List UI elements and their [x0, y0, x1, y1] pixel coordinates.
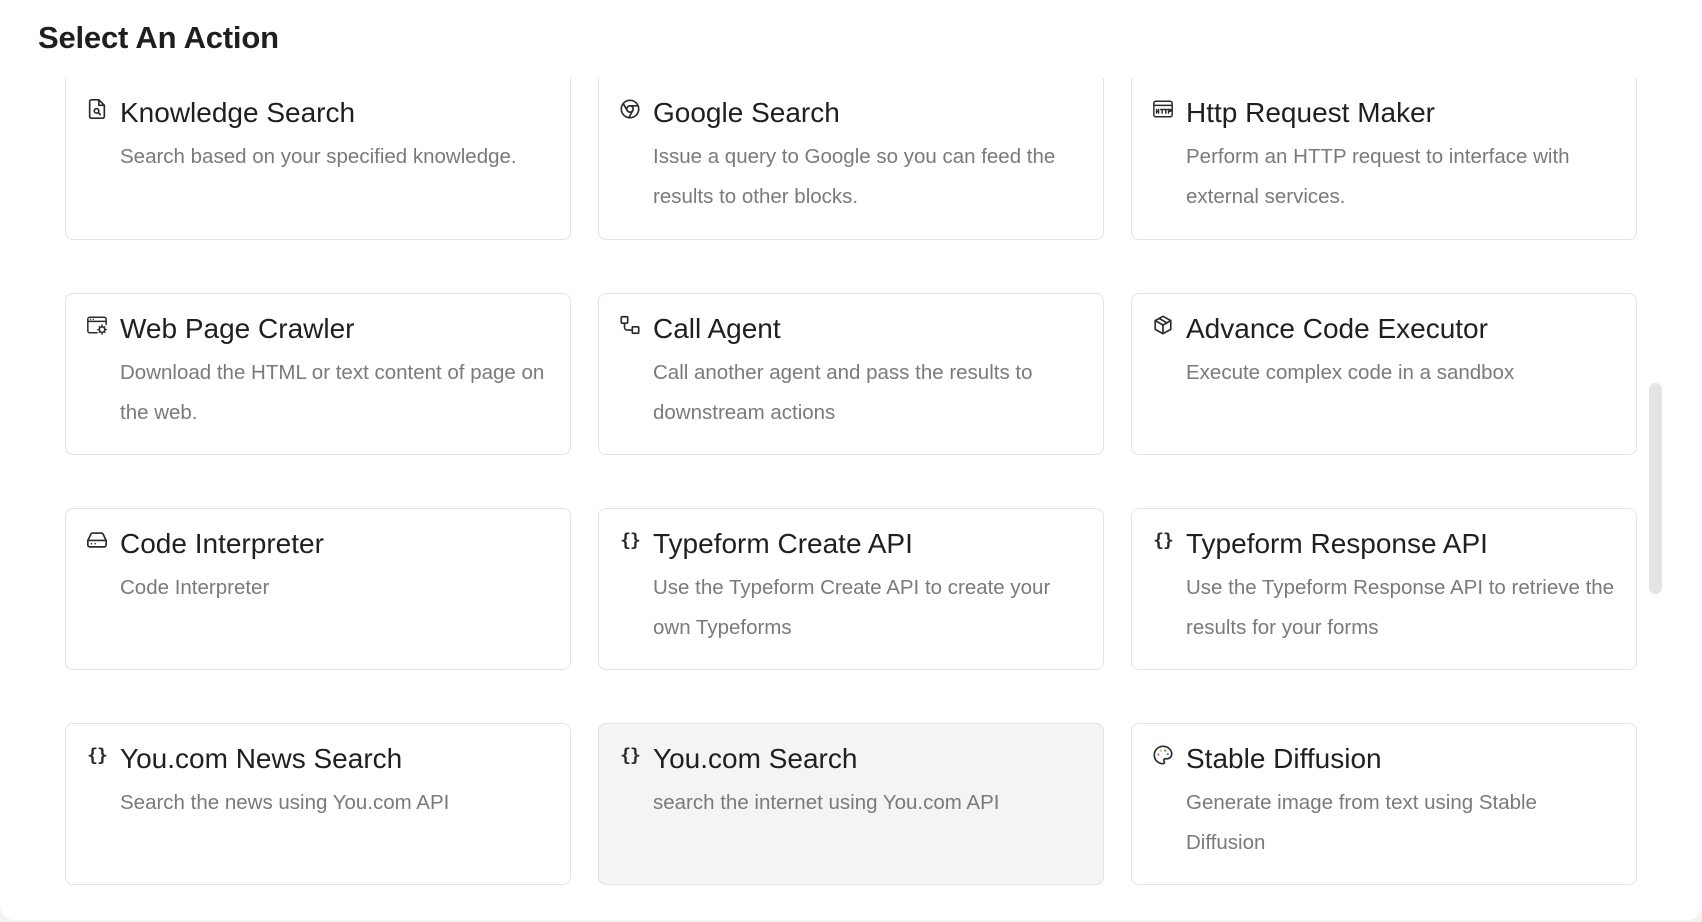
action-card-description: Code Interpreter	[120, 576, 270, 599]
action-card-code-interpreter[interactable]: Code Interpreter Code Interpreter	[65, 508, 571, 670]
action-card-youcom-news-search[interactable]: {} You.com News Search Search the news u…	[65, 723, 571, 885]
flow-icon	[619, 314, 641, 336]
action-card-title: Web Page Crawler	[120, 313, 355, 344]
web-crawler-icon	[86, 314, 108, 336]
braces-icon: {}	[620, 744, 641, 766]
action-card-web-page-crawler[interactable]: Web Page Crawler Download the HTML or te…	[65, 293, 571, 455]
scrollbar-thumb[interactable]	[1649, 383, 1662, 594]
cube-icon	[1152, 314, 1174, 336]
hard-drive-icon	[86, 529, 108, 551]
action-card-knowledge-search[interactable]: Knowledge Search Search based on your sp…	[65, 78, 571, 240]
action-card-advance-code-executor[interactable]: Advance Code Executor Execute complex co…	[1131, 293, 1637, 455]
action-card-description: Perform an HTTP request to interface wit…	[1186, 145, 1570, 208]
action-card-title: Knowledge Search	[120, 97, 356, 128]
action-card-description: Issue a query to Google so you can feed …	[653, 145, 1056, 208]
action-card-title: You.com Search	[653, 743, 858, 774]
action-card-description: Download the HTML or text content of pag…	[120, 361, 545, 424]
action-card-title: Typeform Response API	[1186, 528, 1488, 559]
action-card-title: Code Interpreter	[120, 528, 324, 559]
action-card-http-request-maker[interactable]: Http Request Maker Perform an HTTP reque…	[1131, 78, 1637, 240]
action-card-title: Google Search	[653, 97, 840, 128]
action-card-description: Execute complex code in a sandbox	[1186, 361, 1515, 384]
action-grid: Knowledge Search Search based on your sp…	[65, 78, 1637, 885]
action-card-title: You.com News Search	[120, 743, 403, 774]
action-card-description: Generate image from text using Stable Di…	[1186, 791, 1537, 854]
action-card-typeform-create-api[interactable]: {} Typeform Create API Use the Typeform …	[598, 508, 1104, 670]
http-icon	[1152, 98, 1174, 120]
google-chrome-icon	[619, 98, 641, 120]
action-card-description: Use the Typeform Create API to create yo…	[653, 576, 1051, 639]
action-card-title: Typeform Create API	[653, 528, 913, 559]
action-card-typeform-response-api[interactable]: {} Typeform Response API Use the Typefor…	[1131, 508, 1637, 670]
braces-icon: {}	[620, 529, 641, 551]
action-card-stable-diffusion[interactable]: Stable Diffusion Generate image from tex…	[1131, 723, 1637, 885]
action-card-description: Search based on your specified knowledge…	[120, 145, 517, 168]
action-card-youcom-search[interactable]: {} You.com Search search the internet us…	[598, 723, 1104, 885]
action-card-google-search[interactable]: Google Search Issue a query to Google so…	[598, 78, 1104, 240]
action-card-call-agent[interactable]: Call Agent Call another agent and pass t…	[598, 293, 1104, 455]
action-card-description: Search the news using You.com API	[120, 791, 450, 814]
document-search-icon	[86, 98, 108, 120]
action-card-description: search the internet using You.com API	[653, 791, 1000, 814]
braces-icon: {}	[87, 744, 108, 766]
action-card-title: Advance Code Executor	[1186, 313, 1488, 344]
action-list: Knowledge Search Search based on your sp…	[0, 78, 1702, 920]
action-card-title: Stable Diffusion	[1186, 743, 1382, 774]
action-card-title: Http Request Maker	[1186, 97, 1435, 128]
action-card-description: Call another agent and pass the results …	[653, 361, 1033, 424]
dialog-title: Select An Action	[38, 20, 279, 55]
action-card-description: Use the Typeform Response API to retriev…	[1186, 576, 1615, 639]
action-card-title: Call Agent	[653, 313, 781, 344]
braces-icon: {}	[1153, 529, 1174, 551]
action-picker-dialog: Select An Action Knowledge Search Search…	[0, 0, 1702, 920]
palette-icon	[1152, 744, 1174, 766]
